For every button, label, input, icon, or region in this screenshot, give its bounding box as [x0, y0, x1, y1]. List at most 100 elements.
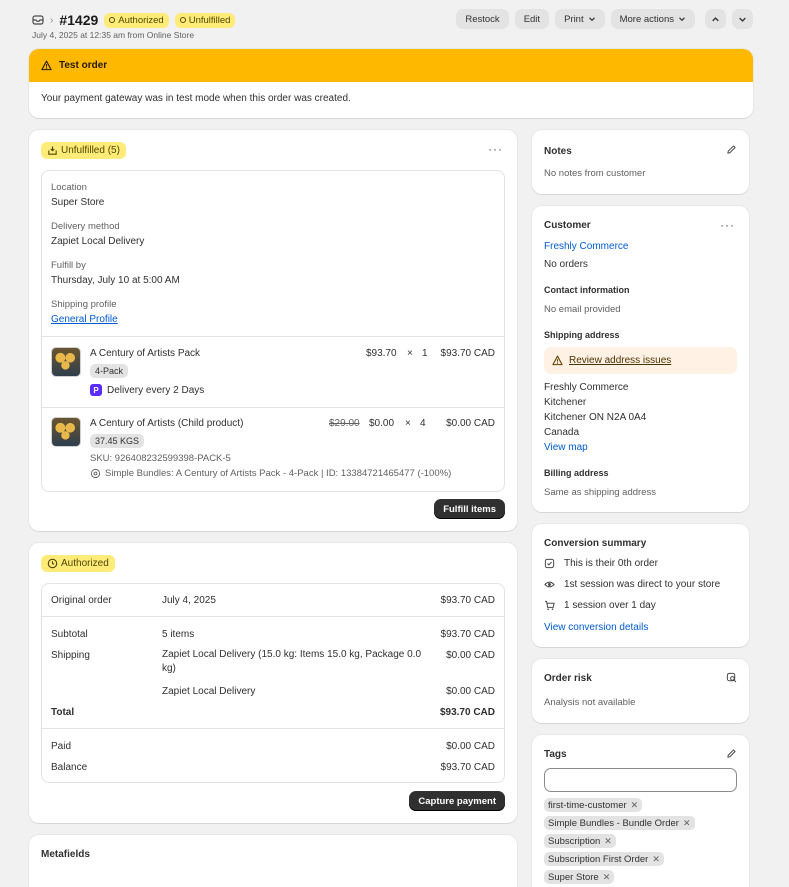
- subscription-note-text: Delivery every 2 Days: [107, 384, 205, 396]
- tags-input[interactable]: [544, 768, 737, 792]
- customer-name-link[interactable]: Freshly Commerce: [544, 241, 628, 252]
- original-order-amount: $93.70 CAD: [440, 595, 495, 606]
- product-thumbnail[interactable]: [51, 347, 81, 377]
- header-actions: Restock Edit Print More actions: [456, 9, 753, 29]
- shipping-amount: $0.00 CAD: [446, 650, 495, 661]
- original-price: $29.00: [329, 418, 360, 429]
- fulfill-by-value: Thursday, July 10 at 5:00 AM: [51, 275, 180, 286]
- remove-tag-icon[interactable]: ✕: [683, 818, 691, 829]
- customer-title: Customer: [544, 220, 591, 231]
- subtotal-label: Subtotal: [51, 629, 88, 640]
- divider: [42, 407, 504, 408]
- customer-orders: No orders: [544, 259, 588, 270]
- contact-info-title: Contact information: [544, 285, 630, 295]
- warning-icon: [41, 60, 52, 71]
- shipping-desc-2: Zapiet Local Delivery: [162, 686, 256, 697]
- bundle-gear-icon: [90, 468, 101, 479]
- subtotal-amount: $93.70 CAD: [440, 629, 495, 640]
- banner-header: Test order: [29, 49, 753, 82]
- fulfillment-card: Unfulfilled (5) ··· Location Super Store…: [29, 130, 517, 531]
- metafields-card: Metafields: [29, 835, 517, 887]
- delivery-method-value: Zapiet Local Delivery: [51, 236, 145, 247]
- order-count-icon: [544, 558, 555, 569]
- page-title: #1429: [59, 12, 99, 28]
- original-order-date: July 4, 2025: [162, 595, 216, 606]
- more-options-icon[interactable]: ···: [488, 142, 503, 156]
- remove-tag-icon[interactable]: ✕: [631, 800, 639, 811]
- address-line: Freshly Commerce: [544, 382, 629, 393]
- item-total: $93.70 CAD: [440, 348, 495, 359]
- tag-chip: Super Store ✕: [544, 870, 615, 884]
- tags-title: Tags: [544, 749, 567, 760]
- remove-tag-icon[interactable]: ✕: [603, 872, 611, 883]
- contact-info-value: No email provided: [544, 304, 621, 315]
- edit-pencil-icon[interactable]: [726, 144, 737, 155]
- times-sign: ×: [407, 348, 413, 359]
- original-order-label: Original order: [51, 595, 112, 606]
- cart-icon: [544, 600, 555, 610]
- risk-analysis-icon[interactable]: [726, 672, 737, 683]
- status-dot-icon: [179, 17, 186, 23]
- eye-icon: [544, 581, 555, 588]
- warning-icon: [552, 355, 563, 366]
- review-address-link[interactable]: Review address issues: [569, 355, 671, 366]
- item-price: $93.70: [366, 348, 397, 359]
- conversion-text: 1st session was direct to your store: [564, 579, 721, 590]
- bundle-note: Simple Bundles: A Century of Artists Pac…: [90, 468, 451, 479]
- fulfill-items-button[interactable]: Fulfill items: [434, 499, 505, 519]
- remove-tag-icon[interactable]: ✕: [652, 854, 660, 865]
- fulfillment-status-badge: Unfulfilled: [174, 12, 236, 28]
- product-thumbnail[interactable]: [51, 417, 81, 447]
- subscription-app-icon: P: [90, 384, 102, 396]
- shipping-profile-label: Shipping profile: [51, 299, 117, 310]
- print-button[interactable]: Print: [555, 9, 605, 29]
- more-actions-button[interactable]: More actions: [610, 9, 695, 29]
- chevron-down-icon: [588, 17, 595, 22]
- product-name[interactable]: A Century of Artists Pack: [90, 348, 200, 359]
- chevron-down-icon: [679, 17, 685, 22]
- next-order-button[interactable]: [732, 9, 753, 29]
- product-name[interactable]: A Century of Artists (Child product): [90, 418, 243, 429]
- restock-button[interactable]: Restock: [456, 9, 509, 29]
- tag-chip: Subscription ✕: [544, 834, 616, 848]
- total-amount: $93.70 CAD: [439, 707, 495, 718]
- page-header: › #1429 Authorized Unfulfilled: [32, 10, 236, 30]
- breadcrumb-chevron-icon[interactable]: ›: [50, 15, 53, 26]
- authorized-badge: Authorized: [41, 555, 115, 572]
- tag-label: Subscription: [548, 835, 601, 847]
- more-options-icon[interactable]: ···: [720, 218, 735, 232]
- badge-label: Authorized: [118, 14, 164, 26]
- subscription-note: P Delivery every 2 Days: [90, 384, 204, 396]
- tag-chip: first-time-customer ✕: [544, 798, 643, 812]
- badge-label: Unfulfilled (5): [61, 145, 120, 156]
- address-line: Kitchener ON N2A 0A4: [544, 412, 647, 423]
- previous-order-button[interactable]: [705, 9, 726, 29]
- customer-card: Customer ··· Freshly Commerce No orders …: [532, 206, 749, 512]
- print-label: Print: [564, 13, 584, 25]
- shipping-profile-link[interactable]: General Profile: [51, 314, 118, 325]
- subtotal-desc: 5 items: [162, 629, 195, 640]
- view-conversion-link[interactable]: View conversion details: [544, 622, 648, 633]
- conversion-text: 1 session over 1 day: [564, 600, 656, 611]
- fulfillment-details: Location Super Store Delivery method Zap…: [41, 170, 505, 492]
- shipping-amount-2: $0.00 CAD: [446, 686, 495, 697]
- badge-label: Authorized: [61, 558, 109, 569]
- shipping-desc: Zapiet Local Delivery (15.0 kg: Items 15…: [162, 649, 422, 674]
- capture-payment-button[interactable]: Capture payment: [409, 791, 505, 811]
- status-dot-icon: [109, 17, 116, 23]
- unfulfilled-badge: Unfulfilled (5): [41, 142, 126, 159]
- item-quantity: 4: [420, 418, 426, 429]
- payment-details: Original order July 4, 2025 $93.70 CAD S…: [41, 583, 505, 783]
- conversion-item: This is their 0th order: [544, 558, 658, 569]
- edit-button[interactable]: Edit: [514, 9, 550, 29]
- review-address-banner[interactable]: Review address issues: [544, 347, 737, 374]
- conversion-item: 1st session was direct to your store: [544, 579, 720, 590]
- remove-tag-icon[interactable]: ✕: [604, 836, 612, 847]
- item-price: $0.00: [369, 418, 395, 429]
- view-map-link[interactable]: View map: [544, 442, 588, 453]
- order-subtitle: July 4, 2025 at 12:35 am from Online Sto…: [32, 30, 195, 40]
- bundle-note-text: Simple Bundles: A Century of Artists Pac…: [105, 468, 452, 479]
- billing-address-title: Billing address: [544, 468, 609, 478]
- payment-card: Authorized Original order July 4, 2025 $…: [29, 543, 517, 823]
- edit-pencil-icon[interactable]: [726, 748, 737, 759]
